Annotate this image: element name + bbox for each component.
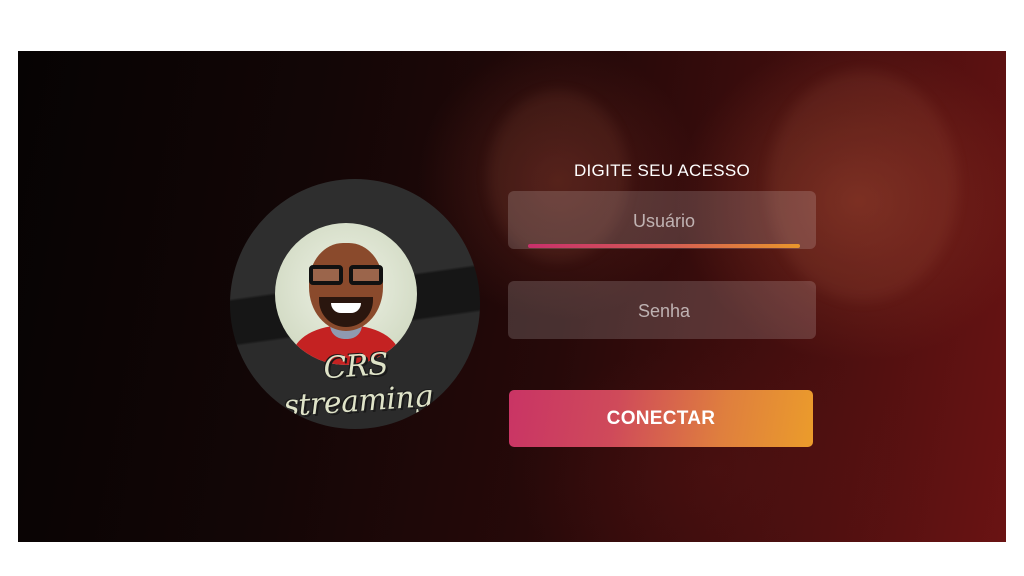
brand-logo: CRS streaming	[230, 179, 480, 429]
connect-button[interactable]: CONECTAR	[509, 390, 813, 447]
login-screen: CRS streaming DIGITE SEU ACESSO CONECTAR	[18, 51, 1006, 542]
focus-underline	[528, 244, 800, 248]
password-input[interactable]	[508, 281, 820, 341]
form-title: DIGITE SEU ACESSO	[573, 161, 751, 180]
password-field[interactable]	[508, 281, 820, 341]
background-person-right	[768, 71, 958, 301]
username-field[interactable]	[508, 191, 820, 251]
logo-text: CRS streaming	[282, 346, 435, 425]
avatar-icon	[275, 223, 417, 365]
username-input[interactable]	[508, 191, 820, 251]
